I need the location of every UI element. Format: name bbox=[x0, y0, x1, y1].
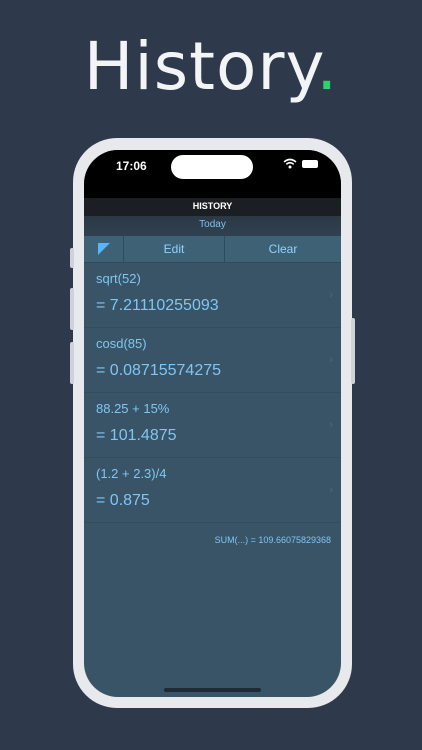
corner-menu-button[interactable] bbox=[84, 236, 124, 262]
volume-down-button bbox=[70, 342, 74, 384]
history-toolbar: Edit Clear bbox=[84, 236, 341, 263]
edit-button[interactable]: Edit bbox=[124, 236, 225, 262]
status-bar: 17:06 bbox=[84, 150, 341, 198]
home-indicator bbox=[164, 688, 261, 692]
history-entry[interactable]: cosd(85) = 0.08715574275 › bbox=[84, 328, 341, 393]
battery-icon bbox=[302, 160, 318, 168]
navigation-bar: HISTORY Today bbox=[84, 198, 341, 236]
nav-subtitle: Today bbox=[199, 219, 226, 230]
chevron-right-icon: › bbox=[329, 354, 333, 366]
clear-button[interactable]: Clear bbox=[225, 236, 341, 262]
entry-expression: (1.2 + 2.3)/4 bbox=[96, 466, 167, 481]
wifi-icon bbox=[283, 158, 297, 169]
history-entry[interactable]: sqrt(52) = 7.21110255093 › bbox=[84, 263, 341, 328]
volume-up-button bbox=[70, 288, 74, 330]
history-entry[interactable]: 88.25 + 15% = 101.4875 › bbox=[84, 393, 341, 458]
entry-expression: 88.25 + 15% bbox=[96, 401, 170, 416]
chevron-right-icon: › bbox=[329, 484, 333, 496]
entry-result: = 0.08715574275 bbox=[96, 362, 222, 379]
history-entry[interactable]: (1.2 + 2.3)/4 = 0.875 › bbox=[84, 458, 341, 523]
headline-text: History bbox=[83, 28, 317, 105]
entry-result: = 101.4875 bbox=[96, 427, 177, 444]
corner-triangle-icon bbox=[97, 243, 110, 255]
sum-total: SUM(...) = 109.66075829368 bbox=[214, 535, 331, 545]
chevron-right-icon: › bbox=[329, 419, 333, 431]
power-button bbox=[351, 318, 355, 384]
status-time: 17:06 bbox=[116, 159, 147, 173]
entry-result: = 7.21110255093 bbox=[96, 297, 219, 314]
entry-expression: sqrt(52) bbox=[96, 271, 141, 286]
phone-frame: 17:06 HISTORY Today Edit Clear sqrt(52) … bbox=[70, 138, 355, 708]
chevron-right-icon: › bbox=[329, 289, 333, 301]
entry-result: = 0.875 bbox=[96, 492, 150, 509]
dynamic-island bbox=[171, 155, 253, 179]
headline-dot: . bbox=[316, 28, 339, 105]
nav-title: HISTORY bbox=[192, 201, 233, 211]
promo-headline: History. bbox=[0, 28, 422, 105]
entry-expression: cosd(85) bbox=[96, 336, 147, 351]
mute-switch bbox=[70, 248, 74, 268]
phone-screen: 17:06 HISTORY Today Edit Clear sqrt(52) … bbox=[84, 150, 341, 697]
